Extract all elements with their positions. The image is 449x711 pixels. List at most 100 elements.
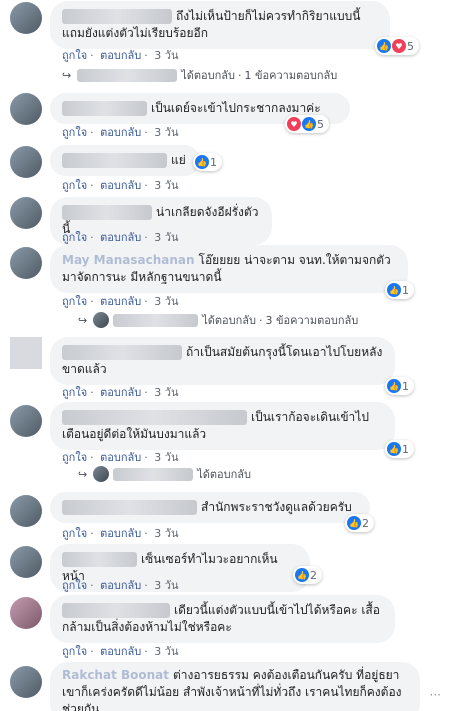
comment-actions: ถูกใจ · ตอบกลับ · 3 วัน [62,386,179,399]
reaction-count[interactable]: 👍 1 [385,281,414,299]
censored-name [113,313,199,327]
censored-name [62,410,247,425]
comment-bubble: เป็นเราก้อจะเดินเข้าไปเตือนอยู่ดีต่อให้ม… [50,402,395,450]
replies-link[interactable]: ↪ ได้ตอบกลับ · 3 ข้อความตอบกลับ [78,311,358,329]
comment-time[interactable]: 3 วัน [154,126,178,139]
like-reaction-icon: 👍 [387,379,401,393]
replies-link[interactable]: ↪ ได้ตอบกลับ · 1 ข้อความตอบกลับ [62,66,337,84]
comment-text: แย่ [171,153,186,167]
comment-time[interactable]: 3 วัน [154,49,178,62]
like-button[interactable]: ถูกใจ [62,386,87,399]
comment-bubble: ถึงไม่เห็นป้ายก็ไม่ควรทำกิริยาแบบนี้ แถม… [50,1,390,49]
love-reaction-icon: ♥ [287,117,301,131]
like-button[interactable]: ถูกใจ [62,579,87,592]
like-button[interactable]: ถูกใจ [62,451,87,464]
comment-actions: ถูกใจ · ตอบกลับ · 3 วัน [62,49,179,62]
commenter-name[interactable]: Rakchat Boonat [62,668,169,682]
comment-actions: ถูกใจ · ตอบกลับ · 3 วัน [62,179,179,192]
like-reaction-icon: 👍 [387,283,401,297]
replies-link[interactable]: ↪ ได้ตอบกลับ [78,465,251,483]
commenter-name[interactable]: May Manasachanan [62,253,195,267]
like-button[interactable]: ถูกใจ [62,49,87,62]
censored-name [62,9,172,24]
censored-name [62,205,152,220]
reaction-count[interactable]: 👍 1 [385,377,414,395]
like-reaction-icon: 👍 [195,155,209,169]
reply-button[interactable]: ตอบกลับ [100,295,141,308]
reply-button[interactable]: ตอบกลับ [100,579,141,592]
like-reaction-icon: 👍 [295,568,309,582]
comment-bubble: ถ้าเป็นสมัยต้นกรุงนี้โดนเอาไปโบยหลังขาดแ… [50,337,395,385]
like-button[interactable]: ถูกใจ [62,295,87,308]
comment-actions: ถูกใจ · ตอบกลับ · 3 วัน [62,231,179,244]
reply-button[interactable]: ตอบกลับ [100,451,141,464]
reply-arrow-icon: ↪ [78,467,88,481]
reply-button[interactable]: ตอบกลับ [100,179,141,192]
censored-name [62,345,182,360]
censored-name [77,68,178,82]
comment-actions: ถูกใจ · ตอบกลับ · 3 วัน [62,645,179,658]
reply-button[interactable]: ตอบกลับ [100,386,141,399]
avatar[interactable] [10,93,42,125]
comment-bubble: เดียวนี้แต่งตัวแบบนี้เข้าไปได้หรือคะ เสื… [50,595,395,643]
censored-name [62,101,147,116]
avatar[interactable] [10,197,42,229]
like-button[interactable]: ถูกใจ [62,645,87,658]
reply-button[interactable]: ตอบกลับ [100,126,141,139]
reply-button[interactable]: ตอบกลับ [100,49,141,62]
comment-text: สำนักพระราชวังดูแลด้วยครับ [201,500,352,514]
comment-time[interactable]: 3 วัน [154,645,178,658]
avatar[interactable] [10,146,42,178]
comment-time[interactable]: 3 วัน [154,451,178,464]
like-button[interactable]: ถูกใจ [62,126,87,139]
reply-arrow-icon: ↪ [78,313,88,327]
comment-time[interactable]: 3 วัน [154,179,178,192]
like-button[interactable]: ถูกใจ [62,527,87,540]
like-reaction-icon: 👍 [347,516,361,530]
comment-actions: ถูกใจ · ตอบกลับ · 3 วัน [62,295,179,308]
avatar[interactable] [10,337,42,369]
reply-arrow-icon: ↪ [62,68,72,82]
censored-name [62,153,167,168]
more-options-icon[interactable]: ··· [430,688,441,702]
comment-actions: ถูกใจ · ตอบกลับ · 3 วัน [62,451,179,464]
comment-time[interactable]: 3 วัน [154,295,178,308]
avatar[interactable] [10,546,42,578]
reaction-count[interactable]: 👍 ♥ 5 [375,37,419,55]
reply-button[interactable]: ตอบกลับ [100,231,141,244]
comment-time[interactable]: 3 วัน [154,579,178,592]
comment-time[interactable]: 3 วัน [154,386,178,399]
censored-name [62,500,197,515]
reaction-count[interactable]: 👍 2 [345,514,374,532]
reply-button[interactable]: ตอบกลับ [100,527,141,540]
reaction-count[interactable]: 👍 2 [293,566,322,584]
like-reaction-icon: 👍 [377,39,391,53]
reaction-count[interactable]: 👍 1 [385,440,414,458]
comment-actions: ถูกใจ · ตอบกลับ · 3 วัน [62,527,179,540]
comment-bubble: May Manasachanan โอ๊ยยยย น่าจะตาม จนท.ให้… [50,245,408,293]
comment-bubble: Rakchat Boonat ต่างอารยธรรม คงต้องเตือนกั… [50,662,420,711]
comment-actions: ถูกใจ · ตอบกลับ · 3 วัน [62,126,179,139]
like-reaction-icon: 👍 [302,117,316,131]
censored-name [62,603,170,618]
reaction-count[interactable]: 👍 1 [193,153,222,171]
comment-time[interactable]: 3 วัน [154,527,178,540]
reply-button[interactable]: ตอบกลับ [100,645,141,658]
avatar[interactable] [10,666,42,698]
avatar[interactable] [10,2,42,34]
love-reaction-icon: ♥ [392,39,406,53]
avatar[interactable] [10,405,42,437]
like-button[interactable]: ถูกใจ [62,179,87,192]
comment-actions: ถูกใจ · ตอบกลับ · 3 วัน [62,579,179,592]
avatar[interactable] [10,597,42,629]
like-reaction-icon: 👍 [387,442,401,456]
like-button[interactable]: ถูกใจ [62,231,87,244]
reaction-count[interactable]: ♥ 👍 5 [285,115,329,133]
comment-text: เป็นเดย์จะเข้าไปกระชากลงมาค่ะ [151,101,321,115]
comment-time[interactable]: 3 วัน [154,231,178,244]
avatar[interactable] [10,495,42,527]
avatar [93,466,110,482]
comment-bubble: สำนักพระราชวังดูแลด้วยครับ [50,492,370,523]
avatar [93,312,110,328]
avatar[interactable] [10,247,42,279]
